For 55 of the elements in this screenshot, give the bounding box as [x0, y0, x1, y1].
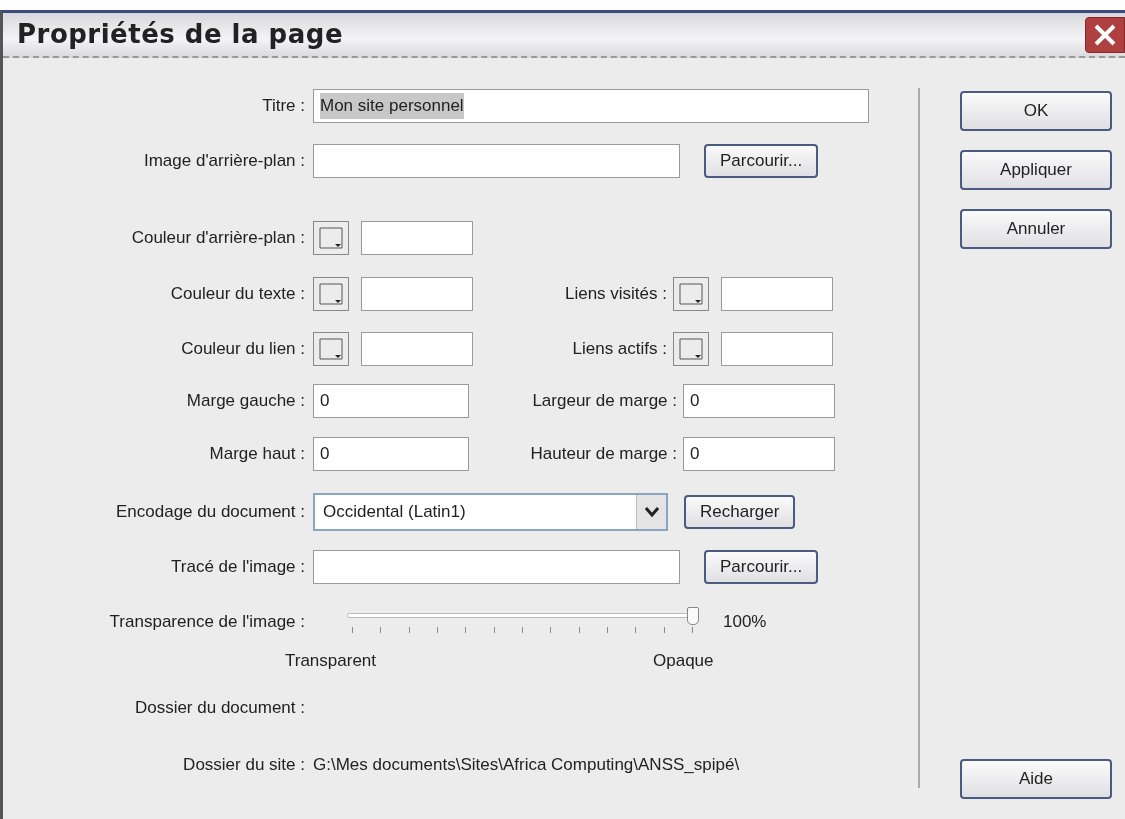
close-button[interactable]	[1085, 16, 1125, 53]
color-swatch-icon	[676, 335, 706, 363]
help-button[interactable]: Aide	[960, 759, 1112, 799]
field-label: Liens visités :	[563, 283, 668, 306]
field-label: Liens actifs :	[571, 338, 668, 361]
color-swatch-icon	[316, 335, 346, 363]
field-label: Couleur du texte :	[169, 283, 306, 306]
number-field[interactable]: 0	[683, 437, 835, 471]
dropdown[interactable]: Occidental (Latin1)	[313, 493, 668, 531]
field-label: Couleur d'arrière-plan :	[130, 227, 306, 250]
field-label: Marge gauche :	[185, 390, 306, 413]
text-field[interactable]: Mon site personnel	[313, 89, 869, 123]
color-field[interactable]	[361, 332, 473, 366]
color-field[interactable]	[361, 277, 473, 311]
browse-button[interactable]: Parcourir...	[704, 144, 819, 178]
color-field[interactable]	[721, 332, 833, 366]
path-field[interactable]	[313, 144, 680, 178]
field-label: Image d'arrière-plan :	[142, 150, 306, 173]
field-label: Couleur du lien :	[180, 338, 306, 361]
field-label: Hauteur de marge :	[529, 443, 678, 466]
color-picker[interactable]	[313, 221, 349, 255]
color-picker[interactable]	[313, 277, 349, 311]
apply-button[interactable]: Appliquer	[960, 150, 1112, 190]
color-swatch-icon	[316, 224, 346, 252]
close-icon	[1093, 22, 1117, 47]
color-swatch-icon	[676, 280, 706, 308]
number-field[interactable]: 0	[683, 384, 835, 418]
cancel-button[interactable]: Annuler	[960, 209, 1112, 249]
window-title: Propriétés de la page	[16, 18, 344, 51]
reload-button[interactable]: Recharger	[684, 495, 796, 529]
number-field[interactable]: 0	[313, 384, 469, 418]
field-label: Titre :	[261, 95, 306, 118]
field-label: Marge haut :	[208, 443, 306, 466]
field-label: Transparence de l'image :	[108, 611, 306, 634]
field-label: Largeur de marge :	[531, 390, 678, 413]
field-label: Tracé de l'image :	[170, 556, 306, 579]
path-field[interactable]	[313, 550, 680, 584]
slider-reading: 100%	[723, 611, 767, 634]
folder-path: G:\Mes documents\Sites\Africa Computing\ANSS_spipé\	[313, 754, 740, 777]
color-field[interactable]	[721, 277, 833, 311]
slider-min-label: Transparent	[285, 650, 377, 673]
field-label: Dossier du document :	[133, 697, 306, 720]
color-swatch-icon	[316, 280, 346, 308]
field-label: Dossier du site :	[182, 754, 306, 777]
slider-max-label: Opaque	[653, 650, 714, 673]
browse-button[interactable]: Parcourir...	[704, 550, 819, 584]
color-field[interactable]	[361, 221, 473, 255]
number-field[interactable]: 0	[313, 437, 469, 471]
slider-thumb[interactable]	[687, 607, 699, 625]
ok-button[interactable]: OK	[960, 91, 1112, 131]
color-picker[interactable]	[313, 332, 349, 366]
color-picker[interactable]	[673, 332, 709, 366]
chevron-down-icon	[644, 507, 659, 517]
color-picker[interactable]	[673, 277, 709, 311]
field-label: Encodage du document :	[114, 501, 306, 524]
